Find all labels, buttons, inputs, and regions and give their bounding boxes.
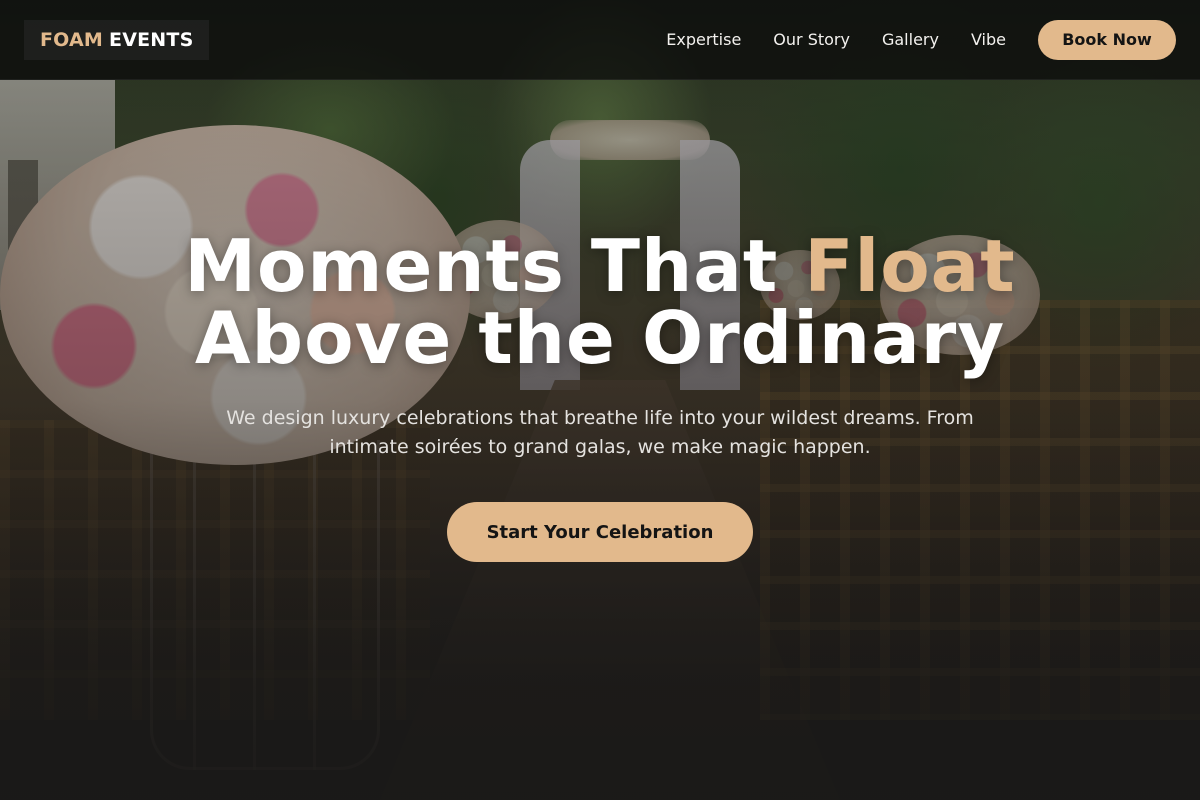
start-celebration-button[interactable]: Start Your Celebration	[447, 502, 753, 562]
hero-section: Moments That Float Above the Ordinary We…	[0, 230, 1200, 562]
brand-logo[interactable]: FOAM EVENTS	[24, 19, 210, 60]
hero-title-line-2: Above the Ordinary	[194, 296, 1006, 380]
nav-link-expertise[interactable]: Expertise	[666, 30, 741, 49]
hero-title: Moments That Float Above the Ordinary	[0, 230, 1200, 374]
nav-links: Expertise Our Story Gallery Vibe Book No…	[666, 19, 1176, 60]
brand-logo-text: EVENTS	[109, 28, 194, 51]
top-navbar: FOAM EVENTS Expertise Our Story Gallery …	[0, 0, 1200, 80]
brand-logo-accent: FOAM	[40, 28, 104, 51]
hero-subtitle: We design luxury celebrations that breat…	[226, 407, 974, 458]
hero-title-line-1: Moments That Float	[0, 230, 1200, 302]
nav-link-our-story[interactable]: Our Story	[773, 30, 850, 49]
book-now-button[interactable]: Book Now	[1038, 19, 1176, 60]
nav-link-vibe[interactable]: Vibe	[971, 30, 1006, 49]
nav-link-gallery[interactable]: Gallery	[882, 30, 939, 49]
